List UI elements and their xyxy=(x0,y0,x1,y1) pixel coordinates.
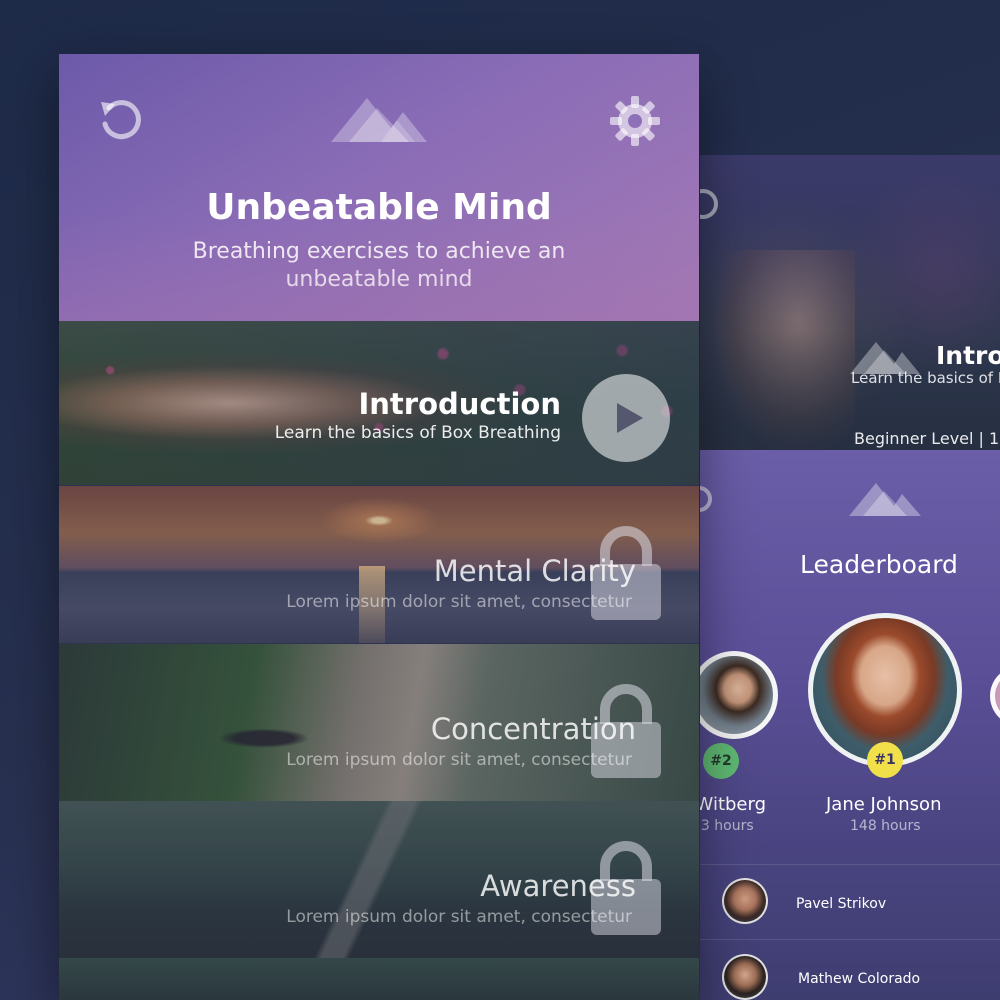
avatar-rank-2[interactable] xyxy=(700,651,778,739)
podium-hours-1: 148 hours xyxy=(850,818,921,834)
leaderboard-title: Leaderboard xyxy=(800,550,958,579)
lesson-description: Lorem ipsum dolor sit amet, consectetur xyxy=(286,750,632,770)
podium-name-2: rk Witberg xyxy=(700,794,767,815)
avatar[interactable] xyxy=(722,878,768,924)
main-screen: Unbeatable Mind Breathing exercises to a… xyxy=(59,54,699,1000)
lesson-card-awareness[interactable]: Awareness Lorem ipsum dolor sit amet, co… xyxy=(59,801,699,958)
lesson-card-introduction[interactable]: Introduction Learn the basics of Box Bre… xyxy=(59,321,699,485)
mountain-logo-icon xyxy=(849,483,921,516)
detail-level: Beginner Level | 1 xyxy=(854,429,1000,448)
refresh-icon[interactable] xyxy=(97,96,145,144)
lesson-title: Concentration xyxy=(430,712,636,746)
app-header: Unbeatable Mind Breathing exercises to a… xyxy=(59,54,699,321)
podium-hours-2: 23 hours xyxy=(700,818,754,834)
play-icon xyxy=(617,403,643,433)
rank-badge-2: #2 xyxy=(703,743,739,779)
avatar-rank-3[interactable] xyxy=(990,666,1000,726)
app-title: Unbeatable Mind xyxy=(206,187,552,228)
lesson-description: Lorem ipsum dolor sit amet, consectetur xyxy=(286,592,632,612)
lesson-card-concentration[interactable]: Concentration Lorem ipsum dolor sit amet… xyxy=(59,644,699,801)
lesson-card-mental-clarity[interactable]: Mental Clarity Lorem ipsum dolor sit ame… xyxy=(59,486,699,643)
lesson-title: Introduction xyxy=(358,387,562,421)
rank-badge-1: #1 xyxy=(867,742,903,778)
app-subtitle: Breathing exercises to achieve an unbeat… xyxy=(192,239,566,292)
refresh-icon[interactable] xyxy=(700,486,712,512)
mountain-logo-icon xyxy=(331,98,427,142)
list-item-name[interactable]: Mathew Colorado xyxy=(798,971,920,987)
detail-title: Intro xyxy=(936,341,1000,370)
leaderboard-screen: Leaderboard #1 #2 Jane Johnson 148 hours… xyxy=(700,450,1000,1000)
gear-icon[interactable] xyxy=(609,95,661,147)
lesson-description: Lorem ipsum dolor sit amet, consectetur xyxy=(286,907,632,927)
play-button[interactable] xyxy=(582,374,670,462)
lesson-card-next[interactable] xyxy=(59,958,699,1000)
list-item-name[interactable]: Pavel Strikov xyxy=(796,896,886,912)
lesson-title: Awareness xyxy=(480,869,636,903)
divider xyxy=(700,939,1000,940)
avatar[interactable] xyxy=(722,954,768,1000)
divider xyxy=(700,864,1000,865)
podium-name-1: Jane Johnson xyxy=(826,794,942,815)
lesson-title: Mental Clarity xyxy=(433,554,636,588)
detail-subtitle: Learn the basics of B xyxy=(851,369,1000,387)
detail-screen-preview: Intro Learn the basics of B Beginner Lev… xyxy=(700,155,1000,450)
lesson-description: Learn the basics of Box Breathing xyxy=(274,423,561,443)
